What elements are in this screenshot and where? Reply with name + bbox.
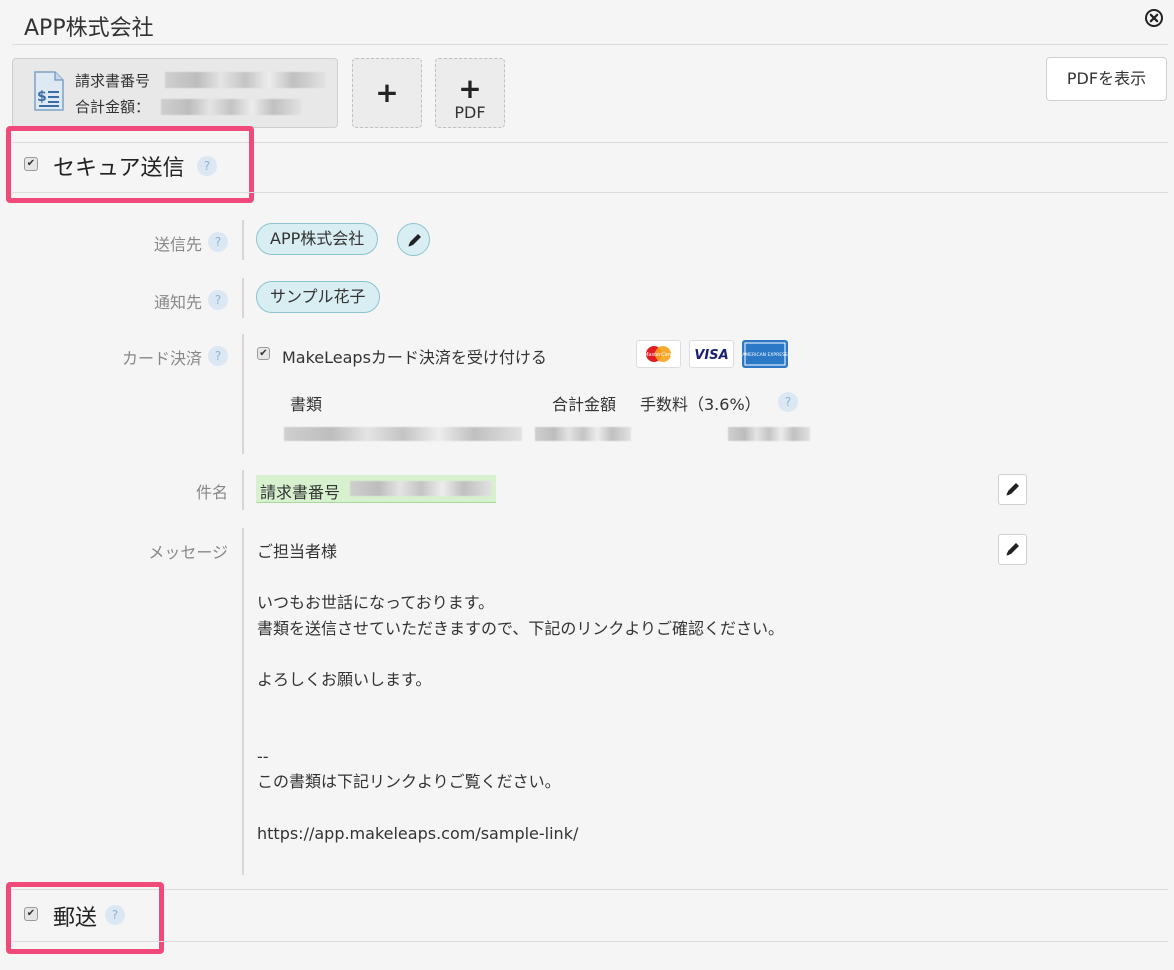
section-divider — [12, 192, 1168, 193]
header-divider — [12, 44, 1168, 45]
field-divider — [242, 278, 244, 318]
message-line: よろしくお願いします。 — [257, 669, 432, 689]
redacted-fee-cell — [728, 427, 810, 441]
amex-logo: AMERICAN EXPRESS — [742, 340, 788, 368]
recipient-pill[interactable]: APP株式会社 — [256, 223, 379, 255]
field-divider — [242, 220, 244, 260]
svg-text:AMERICAN EXPRESS: AMERICAN EXPRESS — [742, 352, 788, 358]
add-pdf-label: PDF — [454, 103, 486, 122]
close-circle-icon[interactable] — [1144, 8, 1164, 28]
secure-send-checkbox[interactable]: ✔ — [24, 157, 38, 171]
field-divider — [242, 470, 244, 510]
table-header-total: 合計金額 — [552, 395, 617, 414]
document-tile[interactable]: $ 請求書番号 合計金額： — [12, 58, 338, 128]
postal-checkbox[interactable]: ✔ — [24, 907, 38, 921]
message-line: 書類を送信させていただきますので、下記のリンクよりご確認ください。 — [257, 618, 785, 638]
card-payment-label: カード決済 — [121, 349, 202, 368]
postal-help-icon[interactable]: ? — [105, 905, 125, 925]
show-pdf-button[interactable]: PDFを表示 — [1046, 57, 1167, 101]
pencil-icon — [1006, 483, 1019, 496]
pencil-icon — [1006, 543, 1019, 556]
pencil-icon — [408, 234, 421, 247]
fee-help-icon[interactable]: ? — [778, 392, 798, 412]
plus-icon: + — [375, 76, 399, 109]
svg-text:MasterCard: MasterCard — [644, 352, 674, 358]
field-divider — [242, 528, 244, 875]
message-line-link[interactable]: https://app.makeleaps.com/sample-link/ — [257, 821, 784, 847]
table-header-document: 書類 — [290, 395, 323, 414]
message-line — [257, 718, 784, 744]
subject-value: 請求書番号 — [260, 483, 341, 502]
message-line — [257, 565, 784, 591]
notify-help-icon[interactable]: ? — [208, 290, 228, 310]
card-payment-checkbox-label: MakeLeapsカード決済を受け付ける — [282, 348, 547, 367]
card-payment-checkbox[interactable]: ✔ — [257, 347, 270, 360]
invoice-document-icon: $ — [33, 71, 65, 115]
redacted-document-cell — [284, 427, 522, 441]
redacted-total-cell — [535, 427, 631, 441]
secure-send-title: セキュア送信 — [53, 156, 185, 181]
message-line — [257, 693, 784, 719]
message-line: この書類は下記リンクよりご覧ください。 — [257, 772, 561, 792]
edit-subject-button[interactable] — [998, 474, 1027, 505]
subject-label: 件名 — [195, 483, 228, 502]
message-label: メッセージ — [148, 543, 228, 562]
recipient-label: 送信先 — [153, 235, 202, 254]
notify-label: 通知先 — [153, 293, 202, 312]
section-divider — [12, 889, 1168, 890]
redacted-document-total — [161, 99, 301, 115]
redacted-subject — [350, 481, 492, 496]
redacted-document-number — [165, 72, 325, 88]
visa-logo: VISA — [689, 340, 734, 368]
document-number-label: 請求書番号 — [75, 72, 151, 90]
add-document-button[interactable]: + — [352, 58, 422, 128]
plus-icon: + — [458, 72, 482, 105]
edit-message-button[interactable] — [998, 534, 1027, 565]
secure-send-help-icon[interactable]: ? — [197, 156, 217, 176]
mastercard-logo: MasterCard — [636, 340, 681, 368]
document-total-label: 合計金額： — [75, 98, 151, 116]
message-line — [257, 641, 784, 667]
postal-title: 郵送 — [53, 906, 98, 931]
recipient-help-icon[interactable]: ? — [208, 232, 228, 252]
window-title: APP株式会社 — [24, 16, 154, 41]
message-line — [257, 795, 784, 821]
section-divider — [12, 941, 1168, 942]
add-pdf-button[interactable]: + PDF — [435, 58, 505, 128]
card-payment-help-icon[interactable]: ? — [208, 346, 228, 366]
message-line: -- — [257, 746, 269, 766]
message-body: ご担当者様 いつもお世話になっております。 書類を送信させていただきますので、下… — [257, 539, 784, 846]
edit-recipient-button[interactable] — [397, 223, 430, 256]
notify-pill[interactable]: サンプル花子 — [256, 281, 380, 313]
table-header-fee: 手数料（3.6%） — [640, 395, 761, 414]
svg-text:$: $ — [37, 89, 47, 105]
message-line: いつもお世話になっております。 — [257, 593, 495, 613]
field-divider — [242, 334, 244, 454]
message-line: ご担当者様 — [257, 542, 338, 561]
svg-text:VISA: VISA — [694, 348, 728, 363]
